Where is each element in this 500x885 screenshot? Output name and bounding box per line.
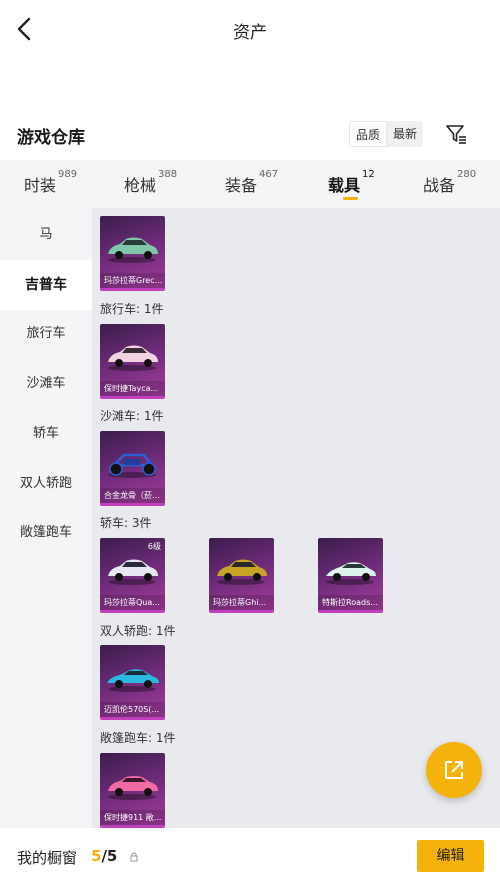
vehicle-card[interactable]: 保时捷Tayca... [100, 324, 165, 399]
sort-quality-button[interactable]: 品质 [349, 121, 388, 147]
tab-count: 989 [58, 169, 78, 180]
vehicle-name: 保时捷Tayca... [100, 381, 165, 396]
group-label: 旅行车: 1件 [100, 302, 164, 316]
share-button[interactable] [426, 742, 482, 798]
showcase-label: 我的橱窗 [17, 849, 78, 867]
showcase-max: 5 [106, 847, 118, 865]
group-label: 双人轿跑: 1件 [100, 624, 176, 638]
car-thumbnail-icon [108, 776, 158, 800]
sidebar-item-horse[interactable]: 马 [0, 210, 92, 260]
tab-equipment[interactable]: 装备467 [225, 169, 279, 196]
showcase-count: 5/5 [91, 847, 117, 865]
vehicle-name: 迈凯伦570S(... [100, 702, 165, 717]
tab-fashion[interactable]: 时装989 [24, 169, 78, 196]
tab-label: 枪械 [124, 176, 157, 195]
top-bar: 资产 [0, 0, 500, 60]
active-tab-indicator [343, 197, 358, 200]
vehicle-name: 玛莎拉蒂Grec... [100, 273, 165, 288]
car-thumbnail-icon [108, 237, 158, 263]
group-label: 轿车: 3件 [100, 516, 152, 530]
group-label: 敞篷跑车: 1件 [100, 731, 176, 745]
vehicle-type-sidebar: 马 吉普车 旅行车 沙滩车 轿车 双人轿跑 敞篷跑车 [0, 208, 92, 828]
edit-button[interactable]: 编辑 [417, 840, 484, 872]
lock-icon [130, 852, 138, 862]
tab-count: 12 [362, 169, 375, 180]
tab-vehicles[interactable]: 载具12 [328, 169, 375, 196]
tab-label: 时装 [24, 176, 57, 195]
vehicle-name: 保时捷911 敞... [100, 810, 165, 825]
vehicle-card[interactable]: 迈凯伦570S(... [100, 645, 165, 720]
sort-newest-button[interactable]: 最新 [387, 121, 423, 147]
vehicle-card[interactable]: 玛莎拉蒂Ghi... [209, 538, 274, 613]
category-tabs: 时装989 枪械388 装备467 载具12 战备280 [0, 160, 500, 208]
car-thumbnail-icon [326, 562, 376, 585]
vehicle-card[interactable]: 合金龙骨（菸... [100, 431, 165, 506]
tab-weapons[interactable]: 枪械388 [124, 169, 178, 196]
tab-label: 载具 [328, 176, 361, 195]
showcase-current: 5 [91, 847, 102, 865]
sidebar-item-buggy[interactable]: 沙滩车 [0, 359, 92, 409]
vehicle-level: 6级 [147, 542, 161, 551]
page-title: 资产 [233, 23, 267, 43]
sidebar-item-sedan[interactable]: 轿车 [0, 409, 92, 459]
vehicle-list: 玛莎拉蒂Grec... 旅行车: 1件 保时捷Tayca... 沙滩车: 1件 … [92, 208, 500, 828]
tab-supplies[interactable]: 战备280 [423, 169, 477, 196]
car-thumbnail-icon [107, 669, 159, 692]
group-label: 沙滩车: 1件 [100, 409, 164, 423]
showcase-bar: 我的橱窗 5/5 编辑 [0, 828, 500, 885]
section-header: 游戏仓库 品质 最新 [0, 115, 500, 155]
car-thumbnail-icon [108, 559, 158, 585]
tab-label: 装备 [225, 176, 258, 195]
sidebar-item-convertible[interactable]: 敞篷跑车 [0, 508, 92, 558]
sidebar-item-jeep[interactable]: 吉普车 [0, 260, 92, 310]
vehicle-card[interactable]: 保时捷911 敞... [100, 753, 165, 828]
buggy-thumbnail-icon [108, 453, 156, 478]
tab-count: 467 [259, 169, 279, 180]
car-thumbnail-icon [108, 345, 158, 371]
vehicle-name: 玛莎拉蒂Ghi... [209, 595, 274, 610]
section-title: 游戏仓库 [17, 128, 85, 148]
vehicle-name: 玛莎拉蒂Qua... [100, 595, 165, 610]
filter-icon[interactable] [444, 122, 468, 146]
tab-count: 388 [158, 169, 178, 180]
sort-toggle: 品质 最新 [349, 121, 424, 147]
vehicle-name: 特斯拉Roads... [318, 595, 383, 610]
sidebar-item-wagon[interactable]: 旅行车 [0, 309, 92, 359]
sidebar-item-coupe[interactable]: 双人轿跑 [0, 459, 92, 509]
car-thumbnail-icon [217, 559, 267, 585]
tab-count: 280 [457, 169, 477, 180]
tab-label: 战备 [423, 176, 456, 195]
vehicle-card[interactable]: 6级 玛莎拉蒂Qua... [100, 538, 165, 613]
vehicle-name: 合金龙骨（菸... [100, 488, 165, 503]
vehicle-card[interactable]: 玛莎拉蒂Grec... [100, 216, 165, 291]
vehicle-card[interactable]: 特斯拉Roads... [318, 538, 383, 613]
share-icon [445, 761, 463, 779]
